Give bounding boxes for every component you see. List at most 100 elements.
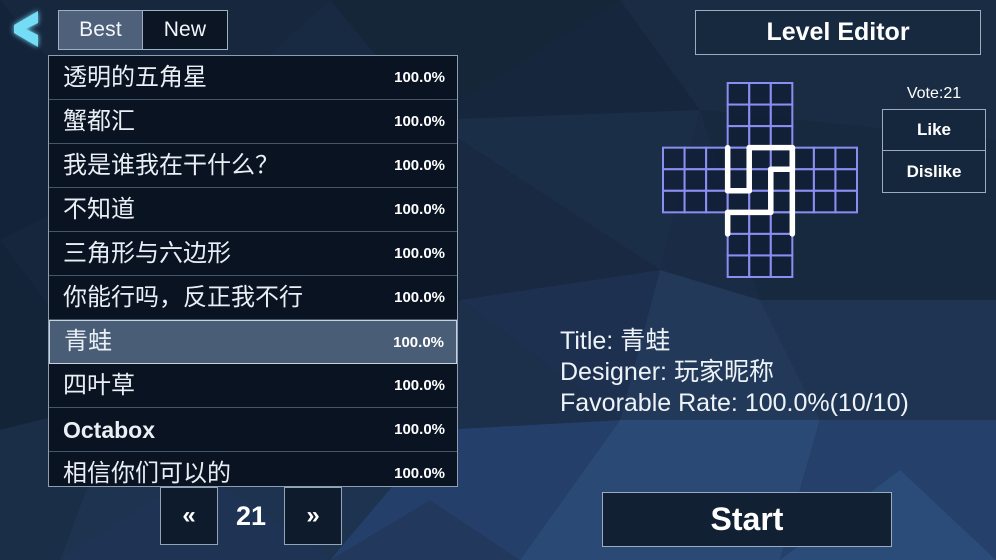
level-title-line: Title: 青蛙 — [560, 327, 671, 355]
preview-cell — [748, 211, 772, 235]
level-row-rate: 100.0% — [394, 157, 445, 174]
preview-cell — [791, 189, 815, 214]
tab-new-label: New — [163, 18, 207, 41]
dislike-label: Dislike — [906, 161, 962, 181]
preview-cell — [812, 189, 837, 214]
level-row[interactable]: 四叶草 100.0% — [49, 364, 457, 408]
tab-best-label: Best — [79, 18, 122, 41]
preview-cell — [769, 125, 794, 149]
level-row-name: 不知道 — [63, 195, 135, 223]
level-rate-line: Favorable Rate: 100.0%(10/10) — [560, 389, 909, 417]
preview-cell — [662, 189, 686, 214]
tab-bar: Best New — [58, 10, 228, 50]
preview-cell — [769, 168, 794, 192]
preview-cell — [834, 189, 858, 214]
level-row-name: 我是谁我在干什么？ — [63, 151, 279, 179]
prev-page-label: « — [182, 502, 196, 529]
level-row-name: 你能行吗，反正我不行 — [63, 283, 303, 311]
level-detail: Title: 青蛙 Designer: 玩家昵称 Favorable Rate:… — [560, 326, 909, 419]
preview-cell — [683, 146, 708, 171]
back-button[interactable] — [4, 3, 56, 55]
preview-cell — [769, 146, 794, 171]
level-preview — [660, 80, 860, 285]
preview-cell — [726, 82, 751, 106]
level-row[interactable]: 相信你们可以的 100.0% — [49, 452, 457, 487]
preview-cell — [705, 168, 729, 192]
level-row-rate: 100.0% — [394, 245, 445, 262]
preview-cell — [791, 168, 815, 192]
preview-cell — [726, 103, 751, 128]
next-page-button[interactable]: » — [284, 487, 343, 545]
pagination: « 21 » — [160, 487, 343, 545]
preview-cell — [769, 232, 794, 257]
preview-cell — [748, 125, 772, 149]
tab-best[interactable]: Best — [58, 10, 143, 50]
preview-cell — [812, 146, 837, 171]
preview-cell — [726, 168, 751, 192]
preview-cell — [834, 168, 858, 192]
chevron-left-icon — [14, 11, 38, 47]
preview-cell — [748, 232, 772, 257]
preview-cell — [748, 82, 772, 106]
level-row-rate: 100.0% — [393, 333, 444, 351]
level-list[interactable]: 透明的五角星 100.0% 蟹都汇 100.0% 我是谁我在干什么？ 100.0% 不知道 1… — [48, 55, 458, 487]
preview-cell — [748, 189, 772, 214]
page-number: 21 — [236, 500, 267, 531]
vote-count: Vote:21 — [906, 85, 962, 102]
preview-cell — [726, 189, 751, 214]
level-row-rate: 100.0% — [394, 465, 445, 482]
preview-cell — [662, 146, 686, 171]
level-row[interactable]: 你能行吗，反正我不行 100.0% — [49, 276, 457, 320]
preview-cell — [834, 146, 858, 171]
preview-cell — [748, 254, 772, 278]
level-row-rate: 100.0% — [394, 113, 445, 130]
preview-cell — [748, 168, 772, 192]
level-row-rate: 100.0% — [394, 69, 445, 86]
level-row-name: 蟹都汇 — [63, 107, 135, 135]
level-editor-button[interactable]: Level Editor — [695, 10, 981, 55]
like-label: Like — [916, 120, 952, 139]
tab-new[interactable]: New — [143, 10, 228, 50]
dislike-button[interactable]: Dislike — [882, 151, 986, 193]
level-row-name: 青蛙 — [64, 328, 112, 355]
level-row[interactable]: 透明的五角星 100.0% — [49, 56, 457, 100]
preview-cell — [662, 168, 686, 192]
start-button[interactable]: Start — [602, 492, 892, 547]
level-row-rate: 100.0% — [394, 201, 445, 218]
level-editor-label: Level Editor — [766, 18, 910, 46]
start-label: Start — [710, 501, 784, 537]
preview-cell — [705, 146, 729, 171]
level-row-name: 相信你们可以的 — [63, 459, 231, 487]
like-button[interactable]: Like — [882, 109, 986, 151]
level-browser-screen: Best New 透明的五角星 100.0% 蟹都汇 100.0% 我是谁我在干什么？ 1… — [0, 0, 996, 560]
vote-panel: Vote:21 Like Dislike — [882, 85, 986, 193]
preview-cell — [748, 103, 772, 128]
preview-cell — [726, 125, 751, 149]
prev-page-button[interactable]: « — [160, 487, 218, 545]
preview-cell — [726, 232, 751, 257]
level-row[interactable]: 我是谁我在干什么？ 100.0% — [49, 144, 457, 188]
preview-cell — [791, 146, 815, 171]
preview-grid-svg — [662, 82, 858, 278]
level-designer-line: Designer: 玩家昵称 — [560, 358, 774, 386]
preview-cell — [683, 189, 708, 214]
level-row-name: Octabox — [63, 416, 156, 443]
preview-cell — [726, 146, 751, 171]
level-row-rate: 100.0% — [394, 289, 445, 306]
preview-cell — [726, 254, 751, 278]
level-row-rate: 100.0% — [394, 377, 445, 394]
level-row-name: 四叶草 — [63, 371, 135, 399]
level-row[interactable]: 不知道 100.0% — [49, 188, 457, 232]
preview-cell — [683, 168, 708, 192]
level-row-rate: 100.0% — [394, 421, 445, 438]
preview-cell — [748, 146, 772, 171]
preview-cell — [769, 189, 794, 214]
preview-cell — [769, 211, 794, 235]
level-row[interactable]: 蟹都汇 100.0% — [49, 100, 457, 144]
level-row[interactable]: 三角形与六边形 100.0% — [49, 232, 457, 276]
level-row[interactable]: 青蛙 100.0% — [49, 320, 457, 364]
preview-cell — [812, 168, 837, 192]
preview-cell — [726, 211, 751, 235]
level-row[interactable]: Octabox 100.0% — [49, 408, 457, 452]
next-page-label: » — [306, 502, 320, 529]
